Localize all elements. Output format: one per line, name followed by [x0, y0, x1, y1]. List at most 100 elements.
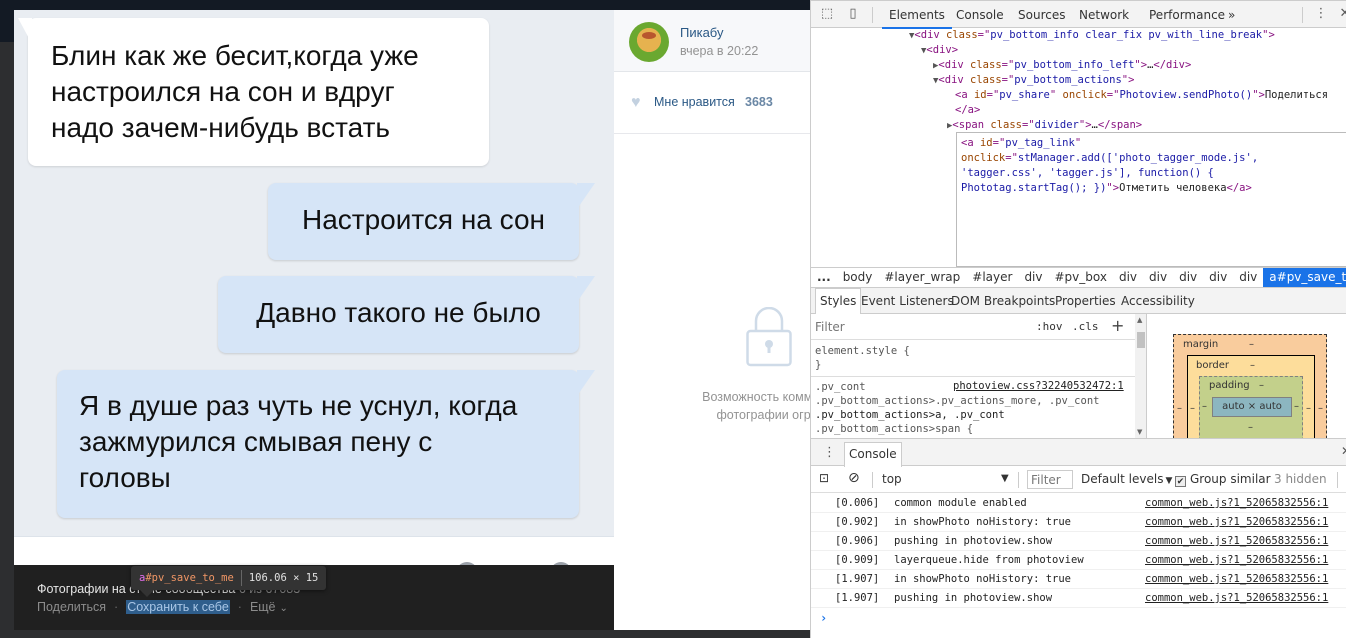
drawer-tab-console[interactable]: Console: [844, 442, 902, 467]
tab-console[interactable]: Console: [956, 8, 1004, 22]
tab-sources[interactable]: Sources: [1018, 8, 1065, 22]
box-model-content[interactable]: auto × auto: [1212, 397, 1292, 417]
hover-state-toggle[interactable]: :hov: [1036, 320, 1063, 333]
breadcrumb-item[interactable]: a#pv_save_to_me: [1263, 268, 1346, 287]
breadcrumb-item[interactable]: div: [1233, 268, 1263, 287]
scroll-down-icon[interactable]: ▼: [1137, 428, 1142, 436]
box-model-padding[interactable]: padding – – – – auto × auto: [1199, 376, 1303, 438]
tab-performance[interactable]: Performance: [1149, 8, 1225, 22]
class-toggle[interactable]: .cls: [1072, 320, 1099, 333]
message-source-link[interactable]: common_web.js?1_52065832556:1: [1145, 551, 1328, 570]
photo-actions: Поделиться · Сохранить к себе · Ещё ⌄: [37, 600, 288, 614]
context-selector[interactable]: top: [882, 472, 902, 486]
tab-network[interactable]: Network: [1079, 8, 1129, 22]
device-toggle-icon[interactable]: ▯: [845, 6, 861, 22]
box-model-margin[interactable]: margin – – – border – – – padding – – – …: [1173, 334, 1327, 438]
dom-node[interactable]: ▶<span class="divider">…</span>: [947, 118, 1142, 133]
stylesheet-link[interactable]: photoview.css?32240532472:1: [953, 380, 1124, 392]
margin-left-value[interactable]: –: [1177, 403, 1182, 414]
new-rule-button[interactable]: +: [1111, 316, 1124, 335]
tab-dom-breakpoints[interactable]: DOM Breakpoints: [951, 294, 1055, 308]
border-right-value[interactable]: –: [1306, 403, 1311, 414]
border-left-value[interactable]: –: [1190, 403, 1195, 414]
breadcrumb-item[interactable]: body: [837, 268, 879, 287]
log-levels-dropdown[interactable]: Default levels ▼: [1081, 472, 1172, 486]
tab-properties[interactable]: Properties: [1055, 294, 1116, 308]
message-source-link[interactable]: common_web.js?1_52065832556:1: [1145, 532, 1328, 551]
console-filter-input[interactable]: Filter: [1027, 470, 1073, 489]
save-to-me-link[interactable]: Сохранить к себе: [126, 600, 230, 614]
styles-subtabs: Styles Event Listeners DOM Breakpoints P…: [811, 288, 1346, 314]
more-button[interactable]: Ещё ⌄: [250, 600, 288, 614]
border-top-value[interactable]: –: [1250, 360, 1255, 371]
dom-node[interactable]: ▼<div class="pv_bottom_actions">: [933, 73, 1134, 88]
padding-bottom-value[interactable]: –: [1248, 422, 1253, 433]
post-header: Пикабу вчера в 20:22: [614, 10, 810, 72]
padding-top-value[interactable]: –: [1259, 380, 1264, 391]
divider: ·: [237, 600, 242, 614]
edit-as-html-box[interactable]: <a id="pv_tag_link" onclick="stManager.ad…: [956, 132, 1346, 267]
context-dropdown-icon[interactable]: ▼: [1001, 473, 1009, 484]
tab-accessibility[interactable]: Accessibility: [1121, 294, 1195, 308]
dom-token: =": [986, 89, 1000, 101]
margin-top-value[interactable]: –: [1249, 339, 1254, 350]
divider: ·: [114, 600, 119, 614]
sidebar-toggle-icon[interactable]: ⊡: [819, 471, 829, 485]
tab-styles[interactable]: Styles: [815, 288, 862, 314]
dom-node[interactable]: <a id="pv_share" onclick="Photoview.send…: [955, 88, 1328, 103]
inspect-element-icon[interactable]: ⬚: [819, 6, 835, 22]
breadcrumb-item[interactable]: #layer: [966, 268, 1018, 287]
scroll-up-icon[interactable]: ▲: [1137, 316, 1142, 324]
close-icon[interactable]: ✕: [1337, 6, 1346, 22]
breadcrumb-item[interactable]: ...: [811, 268, 837, 287]
styles-filter-input[interactable]: Filter: [815, 320, 845, 334]
element-style-selector[interactable]: element.style {: [815, 344, 910, 358]
more-tabs-button[interactable]: »: [1228, 8, 1235, 22]
kebab-menu-icon[interactable]: ⋮: [1313, 6, 1329, 22]
group-similar-toggle[interactable]: ✔ Group similar: [1175, 472, 1271, 487]
console-prompt[interactable]: ›: [820, 611, 827, 625]
dom-token: ">: [1106, 182, 1120, 194]
dom-token: class: [970, 59, 1002, 71]
breadcrumb-item[interactable]: div: [1113, 268, 1143, 287]
breadcrumb-item[interactable]: div: [1173, 268, 1203, 287]
breadcrumb-item[interactable]: #pv_box: [1049, 268, 1113, 287]
message-source-link[interactable]: common_web.js?1_52065832556:1: [1145, 589, 1328, 608]
message-source-link[interactable]: common_web.js?1_52065832556:1: [1145, 513, 1328, 532]
tab-event-listeners[interactable]: Event Listeners: [861, 294, 954, 308]
dom-token: class: [946, 29, 978, 41]
photo-image[interactable]: Блин как же бесит,когда уже настроился н…: [14, 10, 614, 566]
close-drawer-icon[interactable]: ✕: [1341, 444, 1346, 458]
box-model-border[interactable]: border – – – padding – – – – auto × auto: [1187, 355, 1315, 438]
breadcrumb-item[interactable]: #layer_wrap: [878, 268, 966, 287]
message-text: pushing in photoview.show: [894, 592, 1053, 604]
share-link[interactable]: Поделиться: [37, 600, 106, 614]
styles-scrollbar[interactable]: ▲ ▼: [1135, 314, 1146, 438]
like-button[interactable]: ♥ Мне нравится 3683: [614, 72, 810, 134]
dom-node[interactable]: ▼<div>: [921, 43, 958, 58]
checkbox-checked-icon[interactable]: ✔: [1175, 476, 1186, 487]
tab-elements[interactable]: Elements: [882, 8, 952, 29]
message-source-link[interactable]: common_web.js?1_52065832556:1: [1145, 494, 1328, 513]
avatar[interactable]: [629, 22, 669, 62]
scrollbar-thumb[interactable]: [1137, 332, 1145, 348]
clear-console-icon[interactable]: ⊘: [848, 470, 860, 486]
breadcrumb-item[interactable]: div: [1203, 268, 1233, 287]
message-text: in showPhoto noHistory: true: [894, 516, 1072, 528]
padding-left-value[interactable]: –: [1202, 401, 1207, 412]
padding-right-value[interactable]: –: [1294, 401, 1299, 412]
bubble-tail: [18, 18, 32, 44]
message-source-link[interactable]: common_web.js?1_52065832556:1: [1145, 570, 1328, 589]
dom-node[interactable]: </a>: [955, 103, 980, 118]
breadcrumb-item[interactable]: div: [1018, 268, 1048, 287]
dom-node[interactable]: ▶<div class="pv_bottom_info_left">…</div…: [933, 58, 1191, 73]
dom-token: pv_bottom_info_left: [1014, 59, 1135, 71]
post-time[interactable]: вчера в 20:22: [680, 44, 758, 58]
dom-token: ">: [1078, 119, 1092, 131]
drawer-menu-icon[interactable]: ⋮: [823, 445, 836, 460]
elements-tree[interactable]: ▼<div class="pv_bottom_info clear_fix pv…: [811, 29, 1346, 267]
dom-node[interactable]: ▼<div class="pv_bottom_info clear_fix pv…: [909, 29, 1275, 43]
breadcrumb-item[interactable]: div: [1143, 268, 1173, 287]
author-link[interactable]: Пикабу: [680, 25, 723, 40]
margin-right-value[interactable]: –: [1318, 403, 1323, 414]
